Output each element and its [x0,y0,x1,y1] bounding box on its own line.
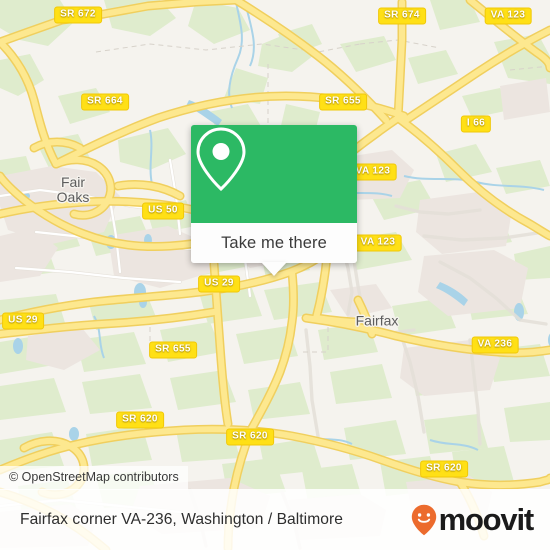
place-label-fairfax: Fairfax [355,312,399,329]
road-shield: US 29 [198,275,240,293]
place-label-fair-oaks: Fair Oaks [56,174,90,205]
marker-card-header [191,125,357,223]
road-shield: SR 664 [81,93,129,111]
take-me-there-label: Take me there [221,233,327,252]
road-shield: US 50 [142,202,184,220]
road-shield: SR 620 [420,460,468,478]
moovit-logo[interactable]: moovit [411,502,535,537]
location-pin-icon [196,127,246,192]
map-screen: .grn { fill:#dfeccd; } .blt { fill:#ece5… [0,0,550,550]
road-shield: SR 655 [149,341,197,359]
road-shield: VA 236 [471,336,519,354]
osm-attribution[interactable]: © OpenStreetMap contributors [0,466,188,490]
road-shield: SR 674 [378,7,426,25]
road-shield: SR 655 [319,93,367,111]
take-me-there-button[interactable]: Take me there [191,223,357,263]
moovit-wordmark: moovit [438,502,535,537]
road-shield: US 29 [2,312,44,330]
road-shield: I 66 [460,115,492,133]
road-shield: VA 123 [354,234,402,252]
road-shield: SR 672 [54,6,102,24]
marker-card-pointer [261,262,287,276]
road-shield: VA 123 [484,7,532,25]
road-shield: SR 620 [116,411,164,429]
moovit-smiley-pin-icon [411,504,436,535]
destination-marker-card[interactable]: Take me there [191,125,357,276]
location-title: Fairfax corner VA-236, Washington / Balt… [20,510,343,528]
footer-bar: Fairfax corner VA-236, Washington / Balt… [0,489,550,550]
road-shield: SR 620 [226,428,274,446]
